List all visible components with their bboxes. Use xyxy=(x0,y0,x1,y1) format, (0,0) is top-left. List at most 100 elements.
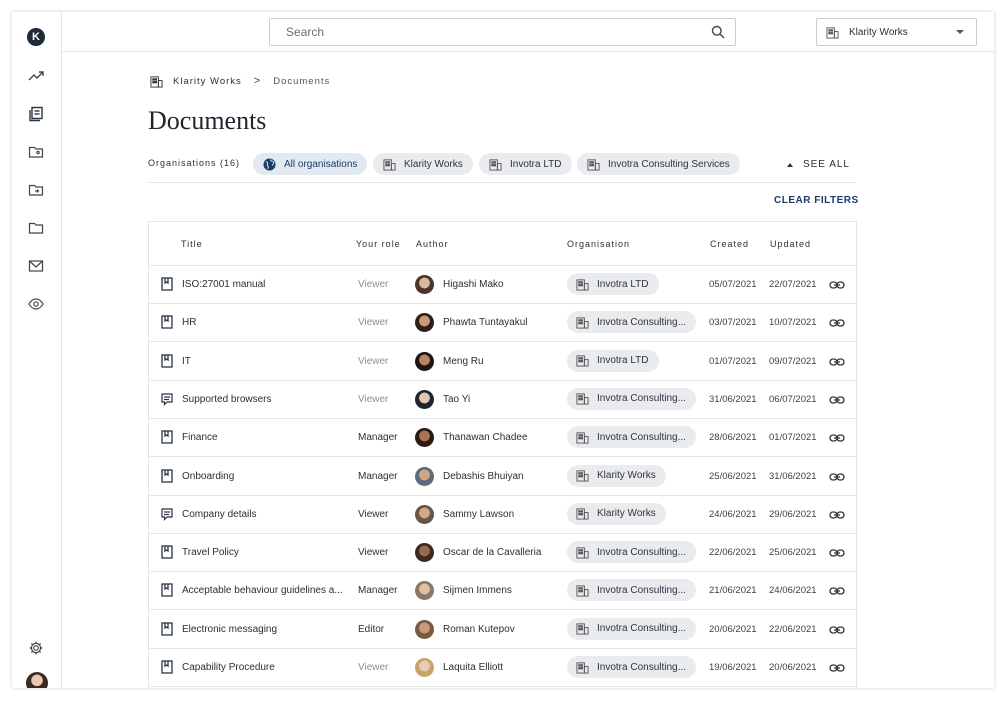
clear-filters-button[interactable]: CLEAR FILTERS xyxy=(774,195,859,206)
link-icon[interactable] xyxy=(829,315,845,331)
role-value: Viewer xyxy=(358,393,389,405)
chip-label: Invotra LTD xyxy=(510,158,562,170)
folder-icon[interactable] xyxy=(27,219,45,237)
document-title[interactable]: Travel Policy xyxy=(182,547,350,558)
author-name: Sijmen Immens xyxy=(443,585,512,597)
link-icon[interactable] xyxy=(829,469,845,485)
created-date: 21/06/2021 xyxy=(709,585,757,597)
table-row[interactable]: HR Viewer Phawta Tuntayakul Invotra Consult… xyxy=(149,304,856,343)
table-row[interactable]: ISO:27001 manual Viewer Higashi Mako Invotr… xyxy=(149,266,856,304)
link-icon[interactable] xyxy=(829,507,845,523)
column-created[interactable]: Created xyxy=(710,239,749,249)
book-icon xyxy=(161,315,173,329)
column-organisation[interactable]: Organisation xyxy=(567,239,630,249)
eye-icon[interactable] xyxy=(27,295,45,313)
document-title[interactable]: Onboarding xyxy=(182,471,350,482)
column-role[interactable]: Your role xyxy=(356,239,401,249)
mail-icon[interactable] xyxy=(27,257,45,275)
chip-label: Invotra Consulting Services xyxy=(608,158,730,170)
document-title[interactable]: Acceptable behaviour guidelines a... xyxy=(182,585,350,596)
link-icon[interactable] xyxy=(829,430,845,446)
page-icon xyxy=(161,507,173,521)
link-icon[interactable] xyxy=(829,622,845,638)
document-title[interactable]: HR xyxy=(182,317,350,328)
search-icon[interactable] xyxy=(711,25,725,39)
organisation-label: Invotra LTD xyxy=(597,278,649,290)
link-icon[interactable] xyxy=(829,392,845,408)
book-icon xyxy=(161,622,173,636)
table-row[interactable]: Onboarding Manager Debashis Bhuiyan Klarity… xyxy=(149,458,856,496)
see-all-button[interactable]: SEE ALL xyxy=(786,159,850,170)
link-icon[interactable] xyxy=(829,545,845,561)
column-updated[interactable]: Updated xyxy=(770,239,811,249)
page-icon xyxy=(161,392,173,406)
organisation-select[interactable]: Klarity Works xyxy=(816,18,977,46)
organisation-label: Klarity Works xyxy=(597,508,656,520)
role-value: Viewer xyxy=(358,355,389,367)
trending-icon[interactable] xyxy=(27,67,45,85)
column-title[interactable]: Title xyxy=(181,239,203,249)
organisation-chip: Invotra Consulting... xyxy=(567,311,696,334)
search-input[interactable] xyxy=(270,19,690,45)
organisation-label: Invotra Consulting... xyxy=(597,546,686,558)
documents-icon[interactable] xyxy=(27,105,45,123)
document-title[interactable]: Supported browsers xyxy=(182,394,350,405)
organisation-chip: Invotra Consulting... xyxy=(567,387,696,410)
author-name: Higashi Mako xyxy=(443,279,504,290)
role-value: Editor xyxy=(358,623,385,635)
chip-klarity-works[interactable]: Klarity Works xyxy=(373,153,473,175)
book-icon xyxy=(161,430,173,444)
building-icon xyxy=(576,546,589,559)
document-title[interactable]: Finance xyxy=(182,432,350,443)
folder-arrow-icon[interactable] xyxy=(27,181,45,199)
table-row[interactable]: Capability Procedure Viewer Laquita Elliot… xyxy=(149,649,856,687)
chevron-up-icon xyxy=(786,162,793,167)
document-title[interactable]: ISO:27001 manual xyxy=(182,279,350,290)
document-title[interactable]: Capability Procedure xyxy=(182,662,350,673)
created-date: 20/06/2021 xyxy=(709,623,757,635)
document-title[interactable]: Electronic messaging xyxy=(182,624,350,635)
building-icon xyxy=(826,26,839,39)
chip-label: Klarity Works xyxy=(404,158,463,170)
link-icon[interactable] xyxy=(829,354,845,370)
chip-invotra-ltd[interactable]: Invotra LTD xyxy=(479,153,572,175)
role-value: Viewer xyxy=(358,317,389,329)
building-icon xyxy=(576,470,589,482)
chip-all-organisations[interactable]: All organisations xyxy=(253,153,368,175)
organisation-filters: Organisations (16) All organisations Kla… xyxy=(148,153,856,183)
table-row[interactable]: IT Viewer Meng Ru Invotra LTD 01/07/2021 09/0… xyxy=(149,343,856,381)
table-row[interactable]: Finance Manager Thanawan Chadee Invotra Con… xyxy=(149,419,856,458)
building-icon xyxy=(576,278,589,291)
document-title[interactable]: IT xyxy=(182,356,350,367)
author-avatar xyxy=(415,466,434,486)
chip-invotra-consulting-services[interactable]: Invotra Consulting Services xyxy=(577,153,740,175)
author-name: Laquita Elliott xyxy=(443,662,504,673)
table-row[interactable]: Supported browsers Viewer Tao Yi Invotra Co… xyxy=(149,381,856,419)
link-icon[interactable] xyxy=(829,277,845,293)
breadcrumb: Klarity Works > Documents xyxy=(150,74,330,88)
table-row[interactable]: Acceptable behaviour guidelines a... Mana… xyxy=(149,572,856,611)
breadcrumb-root[interactable]: Klarity Works xyxy=(173,76,242,87)
column-author[interactable]: Author xyxy=(416,239,449,249)
table-row[interactable]: Travel Policy Viewer Oscar de la Cavalleri… xyxy=(149,534,856,573)
book-icon xyxy=(161,468,173,483)
updated-date: 31/06/2021 xyxy=(769,470,817,482)
author-avatar xyxy=(415,313,434,333)
organisation-label: Invotra Consulting... xyxy=(597,623,686,635)
book-icon xyxy=(161,353,173,368)
link-icon[interactable] xyxy=(829,660,845,676)
logo-icon[interactable]: K xyxy=(27,28,45,46)
folder-user-icon[interactable] xyxy=(27,143,45,161)
gear-icon[interactable] xyxy=(27,639,45,657)
organisation-chip: Invotra Consulting... xyxy=(567,656,696,678)
building-icon xyxy=(489,158,502,171)
table-row[interactable]: Electronic messaging Editor Roman Kutepov I… xyxy=(149,611,856,649)
user-avatar[interactable] xyxy=(26,672,48,688)
table-row[interactable]: Company details Viewer Sammy Lawson Klarity… xyxy=(149,496,856,534)
organisation-label: Invotra Consulting... xyxy=(597,431,686,443)
sidebar: K xyxy=(12,12,62,688)
link-icon[interactable] xyxy=(829,583,845,599)
role-value: Manager xyxy=(358,470,398,482)
document-title[interactable]: Company details xyxy=(182,509,350,520)
building-icon xyxy=(576,623,589,635)
